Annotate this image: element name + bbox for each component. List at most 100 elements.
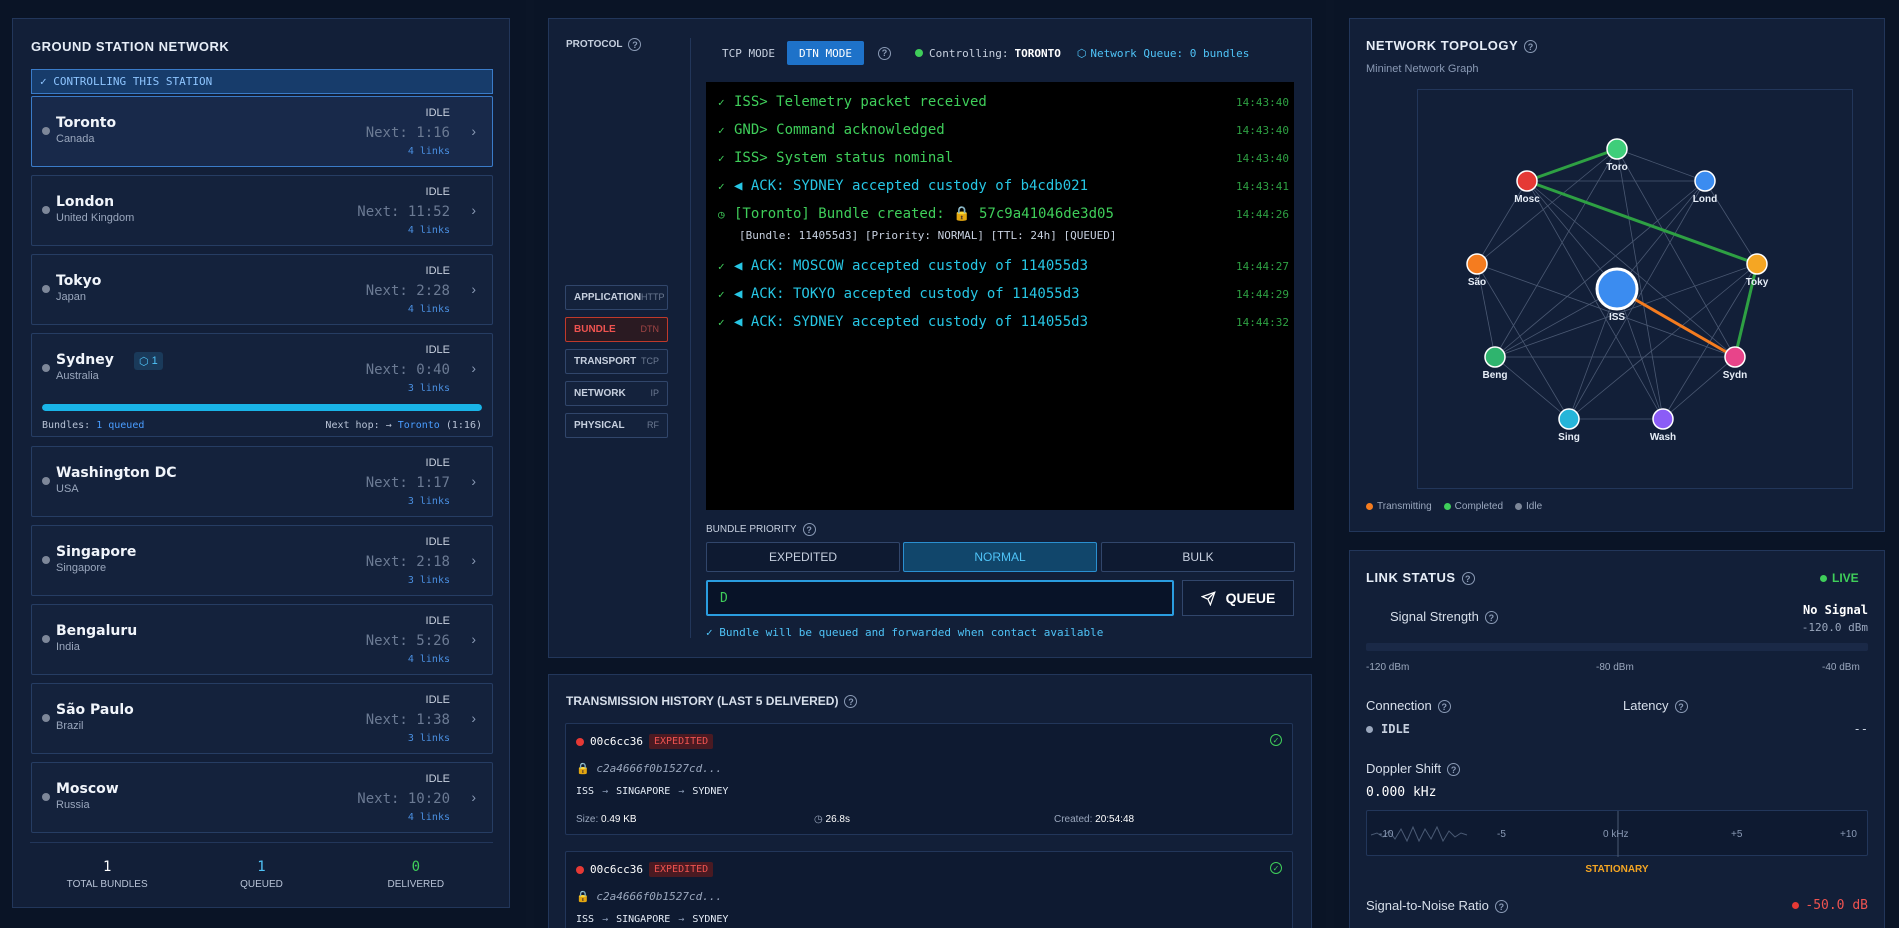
priority-expedited-button[interactable]: EXPEDITED	[706, 542, 900, 572]
priority-bulk-button[interactable]: BULK	[1101, 542, 1295, 572]
topology-node-mosc[interactable]	[1516, 170, 1538, 192]
help-icon[interactable]: ?	[1494, 900, 1508, 914]
check-circle-icon: ✓	[718, 124, 725, 137]
tcp-mode-button[interactable]: TCP MODE	[710, 41, 787, 65]
help-icon[interactable]: ?	[1437, 700, 1451, 714]
help-icon[interactable]: ?	[1484, 611, 1498, 625]
signal-value: No Signal	[1802, 603, 1868, 617]
topology-node-beng[interactable]	[1484, 346, 1506, 368]
dtn-mode-button[interactable]: DTN MODE	[786, 41, 864, 65]
station-card-london[interactable]: London United Kingdom IDLE Next: 11:52 4 lin…	[31, 175, 493, 246]
legend-item: Completed	[1443, 501, 1503, 512]
priority-normal-button[interactable]: NORMAL	[903, 542, 1097, 572]
latency-label: Latency?	[1623, 698, 1688, 714]
topology-node-iss[interactable]	[1595, 267, 1639, 311]
doppler-tick-neg5: -5	[1497, 829, 1506, 840]
history-title: TRANSMISSION HISTORY (LAST 5 DELIVERED)?	[566, 694, 858, 709]
station-state: IDLE	[425, 265, 450, 277]
history-card[interactable]: 00c6cc36 EXPEDITED ✓ 🔒 c2a4666f0b1527cd... I…	[565, 851, 1293, 928]
layer-network[interactable]: NETWORK IP	[565, 381, 668, 406]
bundle-hash: 🔒 c2a4666f0b1527cd...	[576, 762, 722, 775]
priority-badge: EXPEDITED	[648, 734, 714, 749]
layer-physical[interactable]: PHYSICAL RF	[565, 413, 668, 438]
station-card-singapore[interactable]: Singapore Singapore IDLE Next: 2:18 3 links ›	[31, 525, 493, 596]
controlling-status-dot	[914, 49, 923, 57]
topology-node-lond[interactable]	[1694, 170, 1716, 192]
help-icon[interactable]: ?	[1447, 763, 1461, 777]
topology-node-sing[interactable]	[1558, 408, 1580, 430]
station-state: IDLE	[425, 615, 450, 627]
help-icon[interactable]: ?	[628, 38, 642, 51]
bundles-value: 1 queued	[96, 420, 145, 431]
bundle-size: Size: 0.49 KB	[576, 814, 637, 825]
chevron-right-icon: ›	[471, 360, 476, 376]
layer-name: PHYSICAL	[574, 420, 625, 431]
bundle-priority-label: BUNDLE PRIORITY?	[706, 523, 816, 536]
topology-subtitle: Mininet Network Graph	[1366, 63, 1479, 75]
queue-button[interactable]: QUEUE	[1182, 580, 1294, 616]
chevron-right-icon: ›	[471, 789, 476, 805]
console-line: ✓ ◀ ACK: MOSCOW accepted custody of 11405…	[718, 258, 1289, 274]
layer-tag: RF	[647, 420, 659, 430]
help-icon[interactable]: ?	[802, 523, 816, 536]
route-node: SINGAPORE	[616, 914, 671, 925]
station-name: Tokyo	[56, 273, 102, 289]
topology-node-toro[interactable]	[1606, 138, 1628, 160]
topology-title: NETWORK TOPOLOGY?	[1366, 38, 1538, 54]
help-icon[interactable]: ?	[1461, 572, 1475, 586]
doppler-state: STATIONARY	[1585, 864, 1649, 875]
console-line: ✓ GND> Command acknowledged 14:43:40	[718, 122, 1289, 138]
history-card[interactable]: 00c6cc36 EXPEDITED ✓ 🔒 c2a4666f0b1527cd... I…	[565, 723, 1293, 835]
link-status-title-text: LINK STATUS	[1366, 570, 1456, 585]
help-icon[interactable]: ?	[844, 695, 858, 709]
protocol-title: PROTOCOL?	[566, 38, 642, 51]
station-card-toronto[interactable]: Toronto Canada IDLE Next: 1:16 4 links ›	[31, 96, 493, 167]
topology-node-wash[interactable]	[1652, 408, 1674, 430]
legend-item: Transmitting	[1366, 501, 1432, 512]
legend-swatch	[1443, 502, 1451, 510]
station-card-s-o-paulo[interactable]: São Paulo Brazil IDLE Next: 1:38 3 links ›	[31, 683, 493, 754]
station-name: London	[56, 194, 115, 210]
console-timestamp: 14:44:27	[1236, 260, 1289, 273]
layer-tag: TCP	[641, 356, 659, 366]
station-card-washington-dc[interactable]: Washington DC USA IDLE Next: 1:17 3 links ›	[31, 446, 493, 517]
controlling-label: Controlling:	[928, 46, 1009, 60]
console-text: ◀ ACK: TOKYO accepted custody of 114055d…	[734, 286, 1080, 302]
station-name: Singapore	[56, 544, 137, 560]
station-card-bengaluru[interactable]: Bengaluru India IDLE Next: 5:26 4 links ›	[31, 604, 493, 675]
connection-dot	[1366, 726, 1373, 733]
topology-node-toky[interactable]	[1746, 253, 1768, 275]
help-icon[interactable]: ?	[877, 46, 891, 60]
station-card-tokyo[interactable]: Tokyo Japan IDLE Next: 2:28 4 links ›	[31, 254, 493, 325]
station-links: 4 links	[407, 146, 450, 157]
column-divider-left[interactable]	[526, 0, 534, 928]
stat-label: QUEUED	[240, 879, 283, 890]
station-next-pass: Next: 1:16	[365, 125, 450, 141]
chevron-right-icon: ›	[471, 281, 476, 297]
console-output: [Bundle: 114055d3] [Priority: NORMAL] [T…	[706, 82, 1294, 510]
layer-bundle[interactable]: BUNDLE DTN	[565, 317, 668, 342]
help-icon[interactable]: ?	[1524, 40, 1538, 54]
next-hop-label: Next hop: →	[325, 420, 392, 431]
station-card-sydney[interactable]: Sydney Australia IDLE Next: 0:40 3 links › ⬡ 1 B…	[31, 333, 493, 437]
layer-application[interactable]: APPLICATION HTTP	[565, 285, 668, 310]
doppler-tick-zero: 0 kHz	[1603, 829, 1629, 840]
topology-node-sydn[interactable]	[1724, 346, 1746, 368]
column-divider-right[interactable]	[1326, 0, 1334, 928]
bundle-command-input[interactable]: D	[706, 580, 1174, 616]
snr-label-text: Signal-to-Noise Ratio	[1366, 898, 1489, 913]
station-card-moscow[interactable]: Moscow Russia IDLE Next: 10:20 4 links ›	[31, 762, 493, 833]
connection-label: Connection?	[1366, 698, 1451, 714]
created-value: 20:54:48	[1095, 814, 1135, 825]
station-next-pass: Next: 10:20	[357, 791, 450, 807]
station-country: Singapore	[56, 562, 107, 574]
topology-node-são[interactable]	[1466, 253, 1488, 275]
stat-total-bundles: 1 TOTAL BUNDLES	[47, 859, 167, 902]
history-id-row: 00c6cc36 EXPEDITED	[576, 734, 714, 749]
layer-transport[interactable]: TRANSPORT TCP	[565, 349, 668, 374]
station-links: 4 links	[407, 304, 450, 315]
layer-name: BUNDLE	[574, 324, 616, 335]
station-country: India	[56, 641, 80, 653]
help-icon[interactable]: ?	[1674, 700, 1688, 714]
history-id-row: 00c6cc36 EXPEDITED	[576, 862, 714, 877]
